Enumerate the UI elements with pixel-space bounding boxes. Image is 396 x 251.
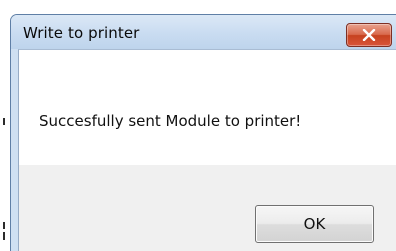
- dialog-title: Write to printer: [23, 24, 140, 42]
- background-top: [0, 0, 396, 14]
- close-button[interactable]: [346, 23, 392, 47]
- message-area: Succesfully sent Module to printer!: [19, 50, 396, 165]
- dialog-titlebar[interactable]: Write to printer: [11, 15, 396, 49]
- background-tick: [3, 118, 5, 125]
- dialog-body: Succesfully sent Module to printer! OK: [18, 49, 396, 251]
- ok-button[interactable]: OK: [255, 205, 374, 243]
- background-tick: [3, 222, 5, 229]
- close-icon: [362, 29, 376, 41]
- message-dialog: Write to printer Succesfully sent Module…: [10, 14, 396, 251]
- background-tick: [3, 232, 5, 240]
- message-text: Succesfully sent Module to printer!: [39, 112, 302, 130]
